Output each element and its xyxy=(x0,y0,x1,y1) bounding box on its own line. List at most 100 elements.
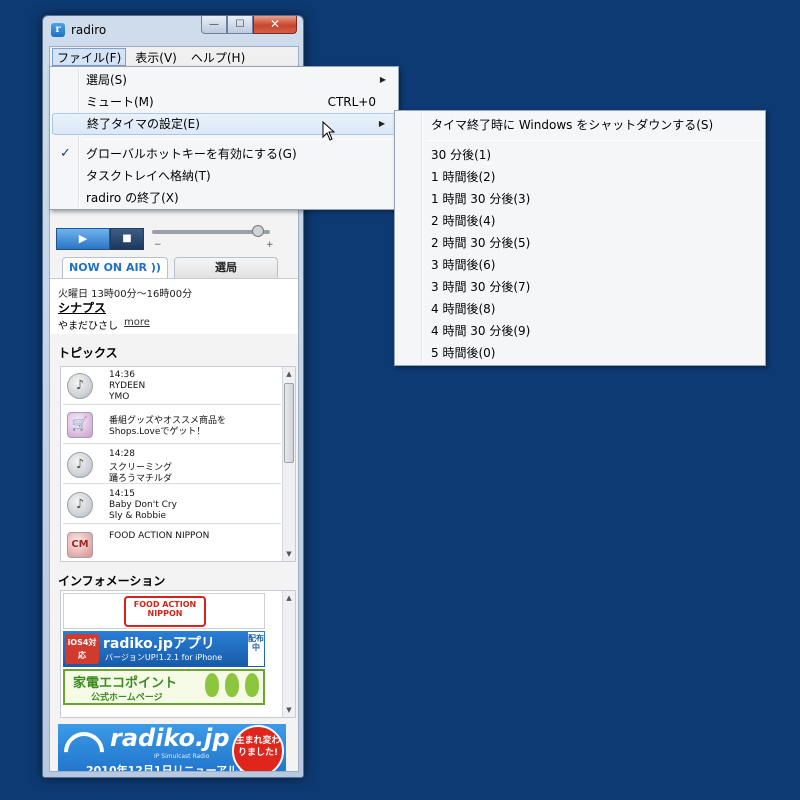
scroll-up-icon[interactable]: ▲ xyxy=(283,592,295,604)
menu-item-senkyoku[interactable]: 選局(S) ▶ xyxy=(52,69,396,91)
tab-senkyoku[interactable]: 選局 xyxy=(174,257,278,278)
check-icon: ✓ xyxy=(60,146,71,161)
timer-submenu: タイマ終了時に Windows をシャットダウンする(S) 30 分後(1) 1… xyxy=(394,110,766,366)
tab-now-on-air[interactable]: NOW ON AIR )) xyxy=(62,257,168,278)
menu-item-label: radiro の終了(X) xyxy=(86,191,179,205)
program-time: 火曜日 13時00分～16時00分 xyxy=(58,289,193,300)
topic-line-2: RYDEEN xyxy=(109,381,146,391)
tree-icon xyxy=(205,673,219,697)
program-panel: 火曜日 13時00分～16時00分 シナプス やまだひさし more xyxy=(50,278,298,334)
menu-item-label: グローバルホットキーを有効にする(G) xyxy=(86,147,297,161)
program-title[interactable]: シナプス xyxy=(58,299,106,316)
program-personality: やまだひさし xyxy=(58,321,118,332)
info-heading: インフォメーション xyxy=(58,574,166,588)
info-list: FOOD ACTION NIPPON iOS4対応 radiko.jpアプリ バ… xyxy=(60,590,296,718)
list-item[interactable]: ♪ 14:15 Baby Don't Cry Sly & Robbie xyxy=(63,486,281,524)
radiko-renewal-banner[interactable]: radiko.jp IP Simulcast Radio 2010年12月1日リ… xyxy=(58,724,286,772)
player-controls: ▶ ■ − + xyxy=(56,225,292,252)
menu-item-mute[interactable]: ミュート(M) CTRL+0 xyxy=(52,91,396,113)
radiko-banner-badge: 生まれ変わりました! xyxy=(232,725,284,771)
topic-line-1: 14:28 xyxy=(109,449,135,459)
mouse-cursor-icon xyxy=(322,121,336,141)
caption-buttons: — ☐ ✕ xyxy=(201,16,297,34)
program-more-link[interactable]: more xyxy=(124,317,150,328)
close-button[interactable]: ✕ xyxy=(253,16,297,34)
topic-line-3: 踊ろうマチルダ xyxy=(109,474,173,484)
volume-knob[interactable] xyxy=(252,225,264,237)
maximize-button[interactable]: ☐ xyxy=(227,16,253,34)
topic-line-1: 14:15 xyxy=(109,489,135,499)
menu-item-timer[interactable]: 終了タイマの設定(E) ▶ xyxy=(52,113,396,135)
menu-item-timer-1h[interactable]: 1 時間後(2) xyxy=(397,166,763,188)
menu-item-shutdown[interactable]: タイマ終了時に Windows をシャットダウンする(S) xyxy=(397,114,763,136)
menu-item-hotkey[interactable]: ✓ グローバルホットキーを有効にする(G) xyxy=(52,143,396,165)
topic-line-2: Shops.Loveでゲット！ xyxy=(109,427,206,437)
menu-item-timer-2h[interactable]: 2 時間後(4) xyxy=(397,210,763,232)
file-menu: 選局(S) ▶ ミュート(M) CTRL+0 終了タイマの設定(E) ▶ ✓ グ… xyxy=(49,66,399,210)
menu-item-timer-30m[interactable]: 30 分後(1) xyxy=(397,144,763,166)
scroll-down-icon[interactable]: ▼ xyxy=(283,548,295,560)
menu-help[interactable]: ヘルプ(H) xyxy=(186,48,250,66)
tab-now-on-air-label: NOW ON AIR xyxy=(69,261,148,274)
menu-item-shortcut: CTRL+0 xyxy=(327,95,376,109)
eco-banner-subtitle: 公式ホームページ xyxy=(91,693,163,703)
scroll-up-icon[interactable]: ▲ xyxy=(283,368,295,380)
tab-strip: NOW ON AIR )) 選局 xyxy=(62,257,288,278)
app-banner-subtitle: バージョンUP!1.2.1 for iPhone xyxy=(105,653,223,662)
topics-list: ♪ 14:36 RYDEEN YMO 🛒 番組グッズやオススメ商品を Shops… xyxy=(60,366,296,562)
menu-item-timer-3h[interactable]: 3 時間後(6) xyxy=(397,254,763,276)
list-item[interactable]: ♪ 14:36 RYDEEN YMO xyxy=(63,367,281,405)
music-note-icon: ♪ xyxy=(67,492,93,518)
topic-line-3: Sly & Robbie xyxy=(109,511,167,521)
cm-logo-icon: CM xyxy=(67,532,93,558)
menu-item-timer-4h30m[interactable]: 4 時間 30 分後(9) xyxy=(397,320,763,342)
list-item[interactable]: 🛒 番組グッズやオススメ商品を Shops.Loveでゲット！ xyxy=(63,406,281,444)
topic-line-3: YMO xyxy=(109,392,130,402)
app-banner-tag: 配布中 xyxy=(248,632,264,666)
submenu-arrow-icon: ▶ xyxy=(379,75,386,84)
menu-item-timer-1h30m[interactable]: 1 時間 30 分後(3) xyxy=(397,188,763,210)
tree-icon xyxy=(245,673,259,697)
menu-item-timer-2h30m[interactable]: 2 時間 30 分後(5) xyxy=(397,232,763,254)
menu-item-exit[interactable]: radiro の終了(X) xyxy=(52,187,396,209)
menu-item-label: 終了タイマの設定(E) xyxy=(87,117,200,131)
volume-min-label: − xyxy=(154,240,162,250)
menu-separator xyxy=(82,139,396,140)
menu-item-timer-4h[interactable]: 4 時間後(8) xyxy=(397,298,763,320)
menu-bar: ファイル(F) 表示(V) ヘルプ(H) xyxy=(49,46,299,67)
scroll-thumb[interactable] xyxy=(284,383,294,463)
eco-point-banner[interactable]: 家電エコポイント 公式ホームページ xyxy=(63,669,265,705)
title-bar[interactable]: r radiro — ☐ ✕ xyxy=(43,16,303,44)
list-item[interactable]: CM FOOD ACTION NIPPON xyxy=(63,526,281,561)
play-button[interactable]: ▶ xyxy=(56,228,110,250)
minimize-button[interactable]: — xyxy=(201,16,227,34)
food-action-logo: FOOD ACTION NIPPON xyxy=(124,596,206,627)
topics-heading: トピックス xyxy=(58,346,118,360)
music-note-icon: ♪ xyxy=(67,373,93,399)
info-scrollbar[interactable]: ▲ ▼ xyxy=(282,591,295,717)
menu-file[interactable]: ファイル(F) xyxy=(52,47,127,66)
cart-icon: 🛒 xyxy=(67,412,93,438)
menu-item-timer-5h[interactable]: 5 時間後(0) xyxy=(397,342,763,364)
list-item[interactable]: ♪ 14:28 スクリーミング 踊ろうマチルダ xyxy=(63,446,281,484)
volume-max-label: + xyxy=(266,240,274,250)
menu-view[interactable]: 表示(V) xyxy=(130,48,182,66)
topics-scrollbar[interactable]: ▲ ▼ xyxy=(282,367,295,561)
food-action-banner[interactable]: FOOD ACTION NIPPON xyxy=(63,593,265,629)
radiko-banner-tagline: IP Simulcast Radio xyxy=(154,753,210,760)
radiko-banner-date: 2010年12月1日リニューアル! xyxy=(86,764,244,772)
menu-item-label: タスクトレイへ格納(T) xyxy=(86,169,211,183)
radiko-app-banner[interactable]: iOS4対応 radiko.jpアプリ バージョンUP!1.2.1 for iP… xyxy=(63,631,265,667)
eco-banner-title: 家電エコポイント xyxy=(73,676,178,691)
topic-line-1: FOOD ACTION NIPPON xyxy=(109,531,210,541)
topic-line-1: 14:36 xyxy=(109,370,135,380)
menu-separator xyxy=(427,140,763,141)
menu-item-label: ミュート(M) xyxy=(86,95,154,109)
stop-button[interactable]: ■ xyxy=(110,228,144,250)
window-title: radiro xyxy=(71,23,107,37)
menu-item-timer-3h30m[interactable]: 3 時間 30 分後(7) xyxy=(397,276,763,298)
menu-item-tasktray[interactable]: タスクトレイへ格納(T) xyxy=(52,165,396,187)
scroll-down-icon[interactable]: ▼ xyxy=(283,704,295,716)
tree-icon xyxy=(225,673,239,697)
ios-badge: iOS4対応 xyxy=(65,634,99,664)
